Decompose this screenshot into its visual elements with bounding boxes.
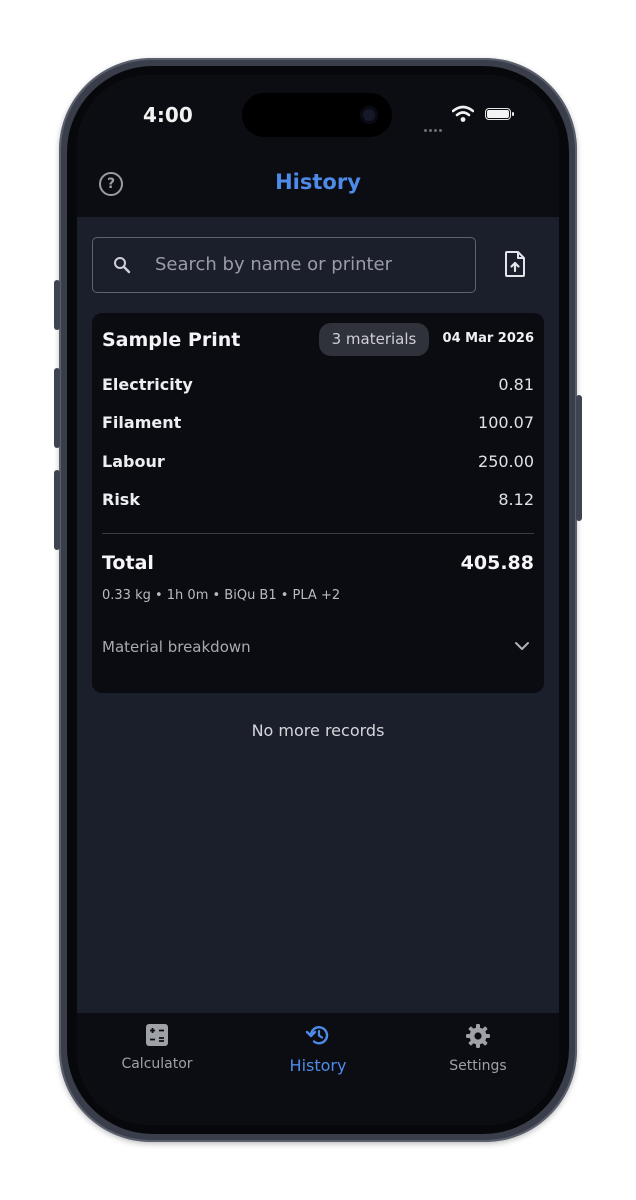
record-meta: 0.33 kg • 1h 0m • BiQu B1 • PLA +2: [102, 588, 341, 603]
search-placeholder: Search by name or printer: [155, 254, 393, 275]
export-file-icon[interactable]: [504, 250, 526, 278]
tab-calculator-label: Calculator: [121, 1056, 193, 1072]
camera-icon: [360, 106, 378, 124]
tab-settings-label: Settings: [449, 1058, 507, 1074]
calculator-icon: [146, 1024, 168, 1046]
tab-history[interactable]: History: [248, 1023, 388, 1075]
action-button: [54, 280, 60, 330]
cost-label: Labour: [102, 452, 165, 471]
power-button: [576, 395, 582, 521]
cost-row-electricity: Electricity 0.81: [102, 375, 534, 399]
status-bar: 4:00: [77, 75, 559, 155]
record-name: Sample Print: [102, 329, 241, 351]
tab-calculator[interactable]: Calculator: [87, 1023, 227, 1072]
material-breakdown-toggle[interactable]: Material breakdown: [92, 629, 544, 669]
cost-label: Electricity: [102, 375, 193, 394]
cost-value: 100.07: [478, 413, 534, 432]
cost-row-filament: Filament 100.07: [102, 413, 534, 437]
history-record-card[interactable]: Sample Print 3 materials 04 Mar 2026 Ele…: [92, 313, 544, 693]
total-label: Total: [102, 552, 154, 574]
cost-label: Filament: [102, 413, 182, 432]
app-screen: 4:00 ? History Search by name or printer…: [77, 75, 559, 1125]
cost-row-labour: Labour 250.00: [102, 452, 534, 476]
cost-row-risk: Risk 8.12: [102, 490, 534, 514]
gear-icon: [466, 1024, 490, 1048]
cellular-signal-icon: [424, 117, 446, 132]
page-title: History: [275, 170, 361, 194]
volume-down-button: [54, 470, 60, 550]
cost-value: 8.12: [498, 490, 534, 509]
status-time: 4:00: [143, 103, 193, 127]
search-icon: [114, 257, 131, 274]
materials-badge: 3 materials: [319, 323, 429, 356]
search-input[interactable]: Search by name or printer: [92, 237, 476, 293]
divider: [102, 533, 534, 534]
volume-up-button: [54, 368, 60, 448]
tab-settings[interactable]: Settings: [408, 1023, 548, 1074]
chevron-down-icon: [515, 642, 529, 650]
tab-history-label: History: [289, 1056, 347, 1075]
battery-icon: [485, 108, 514, 120]
dynamic-island: [242, 93, 392, 137]
history-icon: [305, 1026, 329, 1045]
total-value: 405.88: [460, 552, 534, 574]
cost-value: 250.00: [478, 452, 534, 471]
no-more-records: No more records: [251, 721, 385, 740]
wifi-icon: [452, 105, 474, 122]
cost-label: Risk: [102, 490, 140, 509]
cost-value: 0.81: [498, 375, 534, 394]
material-breakdown-label: Material breakdown: [102, 638, 251, 656]
app-header: ? History: [77, 155, 559, 217]
bottom-navigation: Calculator History Settings: [77, 1013, 559, 1125]
record-date: 04 Mar 2026: [442, 331, 534, 346]
